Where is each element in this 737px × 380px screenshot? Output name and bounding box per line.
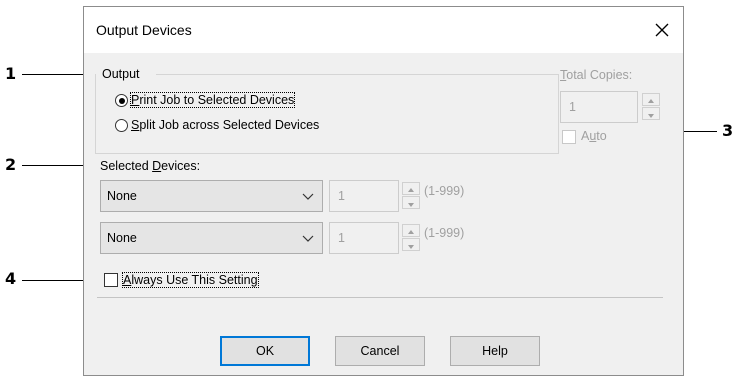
spin-down-icon[interactable] <box>402 238 420 251</box>
auto-checkbox[interactable] <box>562 130 576 144</box>
print-job-radio[interactable] <box>115 94 128 107</box>
device-select-value: None <box>107 189 137 203</box>
total-copies-input[interactable]: 1 <box>560 91 638 123</box>
device-copies-spinner-2[interactable] <box>402 224 420 252</box>
device-select-2[interactable]: None <box>100 222 323 254</box>
print-job-label[interactable]: Print Job to Selected Devices <box>129 92 296 108</box>
spin-up-icon[interactable] <box>402 182 420 195</box>
output-group-label: Output <box>102 67 140 81</box>
split-job-radio[interactable] <box>115 119 128 132</box>
ok-button[interactable]: OK <box>220 336 310 366</box>
selected-devices-label: Selected Devices: <box>100 159 200 173</box>
always-use-label[interactable]: Always Use This Setting <box>122 272 259 288</box>
device-select-value: None <box>107 231 137 245</box>
dialog-title: Output Devices <box>96 22 192 38</box>
auto-label[interactable]: Auto <box>581 129 607 143</box>
output-devices-dialog: Output Devices Output Print Job to Selec… <box>83 6 684 376</box>
chevron-down-icon <box>302 193 314 200</box>
label-text: lways Use This Setting <box>131 273 258 287</box>
close-button[interactable] <box>647 15 677 45</box>
total-copies-spinner[interactable] <box>642 93 660 121</box>
title-bar: Output Devices <box>84 7 683 53</box>
device-copies-value: 1 <box>338 189 345 203</box>
divider <box>97 297 663 298</box>
mnemonic: D <box>152 159 162 173</box>
callout-2: 2 <box>5 155 17 174</box>
device-select-1[interactable]: None <box>100 180 323 212</box>
spin-up-icon[interactable] <box>642 93 660 106</box>
label-text: rint Job to Selected Devices <box>139 93 295 107</box>
always-use-checkbox[interactable] <box>104 273 118 287</box>
copies-range-label-2: (1-999) <box>424 226 465 240</box>
label-text: plit Job across Selected Devices <box>139 118 320 132</box>
device-copies-input-1[interactable]: 1 <box>329 180 399 212</box>
callout-1: 1 <box>5 64 17 83</box>
callout-4: 4 <box>5 269 17 288</box>
spin-up-icon[interactable] <box>402 224 420 237</box>
device-copies-value: 1 <box>338 231 345 245</box>
total-copies-label: Total Copies: <box>560 68 632 82</box>
help-button[interactable]: Help <box>450 336 540 366</box>
label-text: to <box>596 129 607 143</box>
cancel-button[interactable]: Cancel <box>335 336 425 366</box>
label-text: otal Copies: <box>566 68 633 82</box>
label-text: evices: <box>161 159 201 173</box>
spin-down-icon[interactable] <box>642 107 660 120</box>
split-job-label[interactable]: Split Job across Selected Devices <box>131 118 319 132</box>
chevron-down-icon <box>302 235 314 242</box>
label-text: Selected <box>100 159 153 173</box>
output-group <box>95 74 559 154</box>
spin-down-icon[interactable] <box>402 196 420 209</box>
device-copies-spinner-1[interactable] <box>402 182 420 210</box>
close-icon <box>655 23 669 37</box>
callout-3: 3 <box>722 121 734 140</box>
total-copies-value: 1 <box>569 100 576 114</box>
device-copies-input-2[interactable]: 1 <box>329 222 399 254</box>
copies-range-label-1: (1-999) <box>424 184 465 198</box>
